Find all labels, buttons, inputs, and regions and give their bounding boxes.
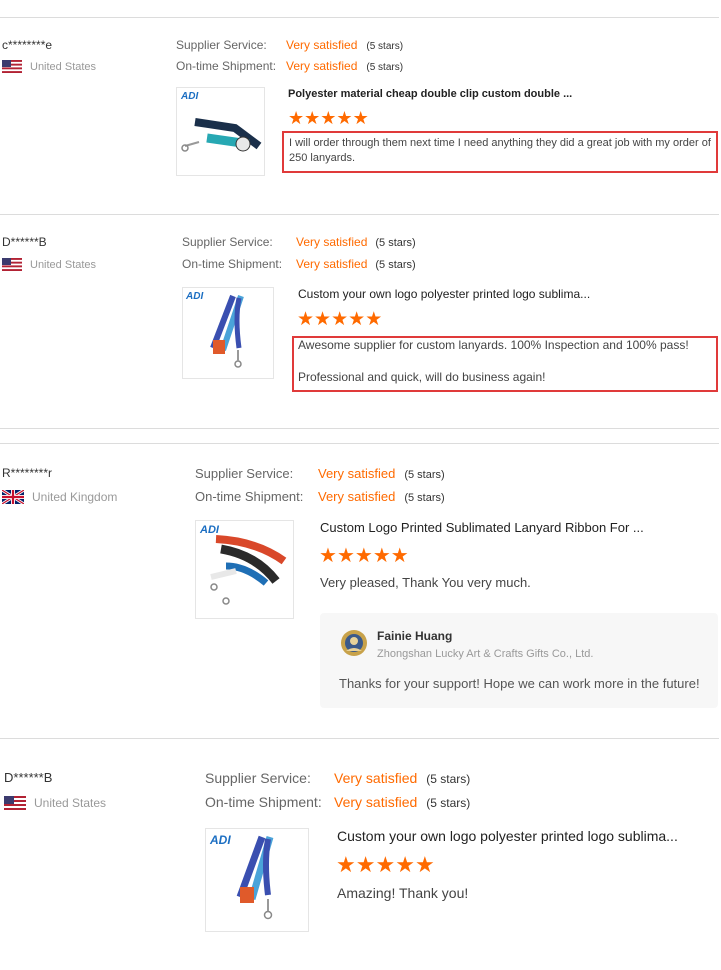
review-comment: Very pleased, Thank You very much. <box>320 575 531 590</box>
product-thumbnail[interactable]: ADI <box>195 520 294 619</box>
star-icon: ★ <box>372 545 391 567</box>
shipment-row: On-time Shipment: Very satisfied (5 star… <box>205 794 470 810</box>
rating-stars: ★ ★ ★ ★ ★ <box>336 852 435 878</box>
review-item: R********r United Kingdom Supplier Servi… <box>0 443 721 738</box>
buyer-country: United States <box>2 258 96 271</box>
supplier-service-stars: (5 stars) <box>404 469 445 481</box>
supplier-service-stars: (5 stars) <box>426 772 471 786</box>
buyer-country: United Kingdom <box>2 490 117 504</box>
star-icon: ★ <box>354 545 373 567</box>
shipment-label: On-time Shipment: <box>205 794 322 810</box>
shipment-stars: (5 stars) <box>426 796 471 810</box>
product-title-link[interactable]: Custom Logo Printed Sublimated Lanyard R… <box>320 520 710 535</box>
star-icon: ★ <box>288 108 305 128</box>
rating-stars: ★ ★ ★ ★ ★ <box>288 108 369 129</box>
star-icon: ★ <box>336 852 356 877</box>
shipment-row: On-time Shipment: Very satisfied (5 star… <box>195 489 445 504</box>
us-flag-icon <box>2 60 22 73</box>
buyer-name: R********r <box>2 466 53 480</box>
star-icon: ★ <box>319 545 337 567</box>
star-icon: ★ <box>365 309 383 330</box>
star-icon: ★ <box>395 852 415 877</box>
rating-stars: ★ ★ ★ ★ ★ <box>319 543 409 568</box>
supplier-service-row: Supplier Service: Very satisfied (5 star… <box>176 38 403 52</box>
lanyard-image <box>181 118 262 152</box>
shipment-value: Very satisfied <box>318 489 396 504</box>
lanyard-image <box>210 294 244 368</box>
shipment-row: On-time Shipment: Very satisfied (5 star… <box>176 59 403 73</box>
lanyard-image <box>236 835 274 920</box>
review-comment-line-1: Awesome supplier for custom lanyards. 10… <box>298 338 689 352</box>
country-name: United States <box>30 60 97 73</box>
supplier-reply-company: Zhongshan Lucky Art & Crafts Gifts Co., … <box>377 648 594 660</box>
shipment-value: Very satisfied <box>334 794 418 810</box>
us-flag-icon <box>4 796 26 810</box>
shipment-value: Very satisfied <box>296 257 368 271</box>
country-name: United States <box>30 258 97 271</box>
supplier-avatar <box>341 630 367 656</box>
shipment-stars: (5 stars) <box>375 259 416 271</box>
star-icon: ★ <box>390 545 409 567</box>
product-title-link[interactable]: Custom your own logo polyester printed l… <box>337 828 712 844</box>
supplier-reply-text: Thanks for your support! Hope we can wor… <box>339 676 700 691</box>
supplier-service-label: Supplier Service: <box>205 770 311 786</box>
us-flag-icon <box>2 258 22 271</box>
country-name: United Kingdom <box>32 490 118 504</box>
supplier-service-stars: (5 stars) <box>375 237 416 249</box>
lanyard-image <box>210 535 287 605</box>
star-icon: ★ <box>375 852 396 877</box>
shipment-label: On-time Shipment: <box>195 489 304 504</box>
shipment-row: On-time Shipment: Very satisfied (5 star… <box>182 257 416 271</box>
review-comment: Amazing! Thank you! <box>337 885 469 901</box>
supplier-service-value: Very satisfied <box>318 466 396 481</box>
supplier-service-value: Very satisfied <box>286 38 358 52</box>
divider <box>0 428 719 429</box>
review-comment: I will order through them next time I ne… <box>289 137 711 164</box>
star-icon: ★ <box>304 108 321 128</box>
product-thumbnail[interactable]: ADI <box>205 828 309 932</box>
review-comment-line-2: Professional and quick, will do business… <box>298 370 546 384</box>
supplier-service-row: Supplier Service: Very satisfied (5 star… <box>205 770 470 786</box>
shipment-label: On-time Shipment: <box>176 59 277 73</box>
shipment-stars: (5 stars) <box>366 62 404 73</box>
supplier-service-row: Supplier Service: Very satisfied (5 star… <box>195 466 445 481</box>
review-item: D******B United States Supplier Service:… <box>0 214 721 428</box>
review-item: D******B United States Supplier Service:… <box>0 738 721 970</box>
review-item: c********e United States Supplier Servic… <box>0 0 721 214</box>
rating-stars: ★ ★ ★ ★ ★ <box>297 308 382 331</box>
star-icon: ★ <box>331 309 349 330</box>
star-icon: ★ <box>297 309 315 330</box>
star-icon: ★ <box>355 852 376 877</box>
supplier-reply: Fainie Huang Zhongshan Lucky Art & Craft… <box>320 613 718 708</box>
uk-flag-icon <box>2 490 24 504</box>
buyer-name: c********e <box>2 38 53 52</box>
shipment-stars: (5 stars) <box>404 492 445 504</box>
buyer-country: United States <box>2 60 96 73</box>
product-thumbnail[interactable]: ADI <box>182 287 274 379</box>
shipment-value: Very satisfied <box>286 59 358 73</box>
shipment-label: On-time Shipment: <box>182 257 283 271</box>
star-icon: ★ <box>336 545 355 567</box>
country-name: United States <box>34 796 107 810</box>
star-icon: ★ <box>314 309 332 330</box>
star-icon: ★ <box>320 108 337 128</box>
product-thumbnail[interactable]: ADI <box>176 87 265 176</box>
product-title-link[interactable]: Custom your own logo polyester printed l… <box>298 287 708 301</box>
supplier-service-value: Very satisfied <box>334 770 418 786</box>
buyer-name: D******B <box>4 770 53 785</box>
product-title-link[interactable]: Polyester material cheap double clip cus… <box>288 88 708 100</box>
star-icon: ★ <box>414 852 435 877</box>
buyer-country: United States <box>4 796 106 810</box>
supplier-service-row: Supplier Service: Very satisfied (5 star… <box>182 235 416 249</box>
buyer-name: D******B <box>2 235 47 249</box>
supplier-service-stars: (5 stars) <box>366 41 404 52</box>
supplier-service-value: Very satisfied <box>296 235 368 249</box>
star-icon: ★ <box>352 108 369 128</box>
supplier-service-label: Supplier Service: <box>195 466 294 481</box>
supplier-reply-name: Fainie Huang <box>377 629 453 643</box>
star-icon: ★ <box>336 108 353 128</box>
supplier-service-label: Supplier Service: <box>182 235 273 249</box>
star-icon: ★ <box>348 309 366 330</box>
supplier-service-label: Supplier Service: <box>176 38 267 52</box>
